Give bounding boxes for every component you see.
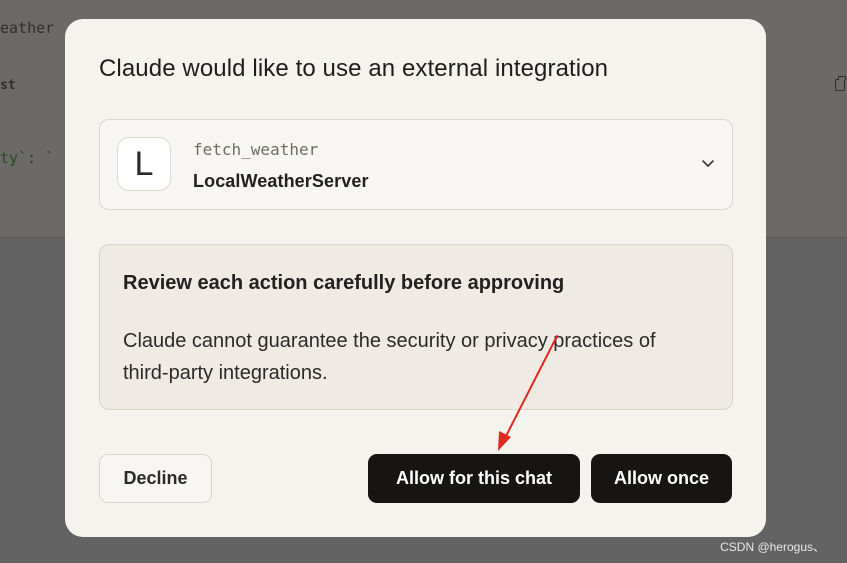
server-name: LocalWeatherServer [193, 171, 369, 191]
integration-avatar: L [117, 137, 171, 191]
warning-body: Claude cannot guarantee the security or … [123, 330, 656, 384]
background-code: ty`: ` [0, 149, 54, 167]
tool-name: fetch_weather [193, 140, 319, 159]
copy-icon [835, 76, 846, 91]
integration-permission-dialog: Claude would like to use an external int… [65, 19, 766, 537]
background-code-prefix: ty [0, 149, 19, 167]
background-tab-title: eather [0, 19, 55, 37]
dialog-title: Claude would like to use an external int… [99, 55, 609, 82]
warning-title: Review each action carefully before appr… [123, 272, 565, 294]
chevron-down-icon[interactable] [701, 158, 715, 170]
integration-details-dropdown[interactable]: L fetch_weather LocalWeatherServer [99, 119, 733, 210]
decline-button[interactable]: Decline [99, 454, 212, 503]
security-warning: Review each action carefully before appr… [99, 244, 733, 410]
background-code-suffix: `: ` [18, 149, 55, 167]
allow-once-button[interactable]: Allow once [591, 454, 732, 503]
watermark: CSDN @herogus、 [720, 540, 825, 554]
background-label: st [0, 78, 16, 93]
allow-for-this-chat-button[interactable]: Allow for this chat [368, 454, 580, 503]
